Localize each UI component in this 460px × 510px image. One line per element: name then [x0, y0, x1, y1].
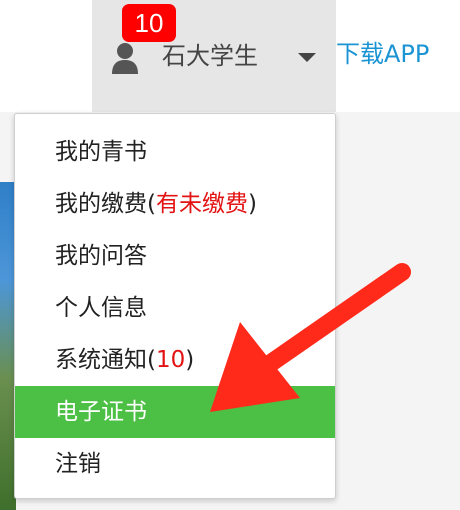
menu-item-e-certificate[interactable]: 电子证书 — [15, 386, 335, 438]
menu-item-label: 我的问答 — [55, 243, 147, 269]
menu-item-my-qingshu[interactable]: 我的青书 — [15, 126, 335, 178]
menu-item-personal-info[interactable]: 个人信息 — [15, 282, 335, 334]
menu-item-label: 系统通知 — [55, 347, 147, 373]
menu-item-label: 我的缴费 — [55, 191, 147, 217]
menu-item-system-notifications[interactable]: 系统通知(10) — [15, 334, 335, 386]
paren-close: ) — [247, 191, 257, 217]
user-icon — [112, 43, 138, 74]
menu-item-label: 个人信息 — [55, 295, 147, 321]
notification-badge[interactable]: 10 — [122, 4, 176, 42]
unpaid-notice: 有未缴费 — [155, 191, 248, 217]
username-label[interactable]: 石大学生 — [162, 38, 258, 74]
menu-item-logout[interactable]: 注销 — [15, 438, 335, 490]
menu-item-my-payments[interactable]: 我的缴费(有未缴费) — [15, 178, 335, 230]
menu-item-my-qa[interactable]: 我的问答 — [15, 230, 335, 282]
menu-item-label: 电子证书 — [55, 399, 147, 425]
user-dropdown-menu: 我的青书 我的缴费(有未缴费) 我的问答 个人信息 系统通知(10) 电子证书 … — [14, 113, 336, 499]
paren-open: ( — [147, 191, 156, 217]
paren-close: ) — [185, 347, 195, 373]
notification-count: 10 — [155, 347, 186, 373]
download-app-link[interactable]: 下载APP — [336, 36, 429, 72]
menu-item-label: 注销 — [55, 451, 101, 477]
caret-down-icon[interactable] — [298, 53, 316, 62]
paren-open: ( — [147, 347, 156, 373]
menu-item-label: 我的青书 — [55, 139, 147, 165]
